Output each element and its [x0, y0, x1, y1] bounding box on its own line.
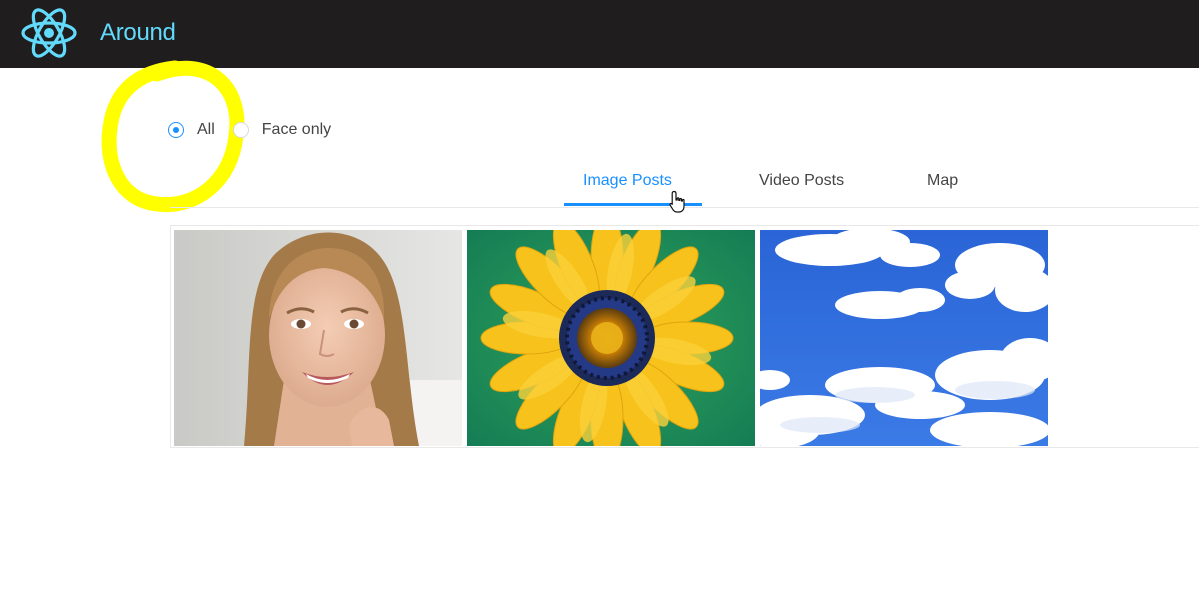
gallery-image-sunflower[interactable]: [467, 230, 755, 446]
radio-label-all: All: [197, 121, 215, 138]
tab-image-posts[interactable]: Image Posts: [583, 172, 672, 190]
gallery-image-sky[interactable]: [760, 230, 1048, 446]
image-gallery: [170, 225, 1199, 448]
hand-cursor-icon: [669, 190, 685, 213]
radio-option-face-only[interactable]: Face only: [232, 121, 332, 139]
tab-map[interactable]: Map: [927, 172, 958, 190]
tab-video-posts[interactable]: Video Posts: [759, 172, 844, 190]
radio-option-all[interactable]: All: [168, 121, 233, 139]
app-title[interactable]: Around: [100, 19, 176, 47]
filter-radio-group: All Face only: [168, 119, 331, 141]
radio-button-face-only[interactable]: [232, 122, 249, 138]
radio-label-face-only: Face only: [261, 121, 332, 138]
react-atom-icon[interactable]: [20, 2, 78, 64]
radio-button-all[interactable]: [168, 122, 184, 138]
gallery-image-woman[interactable]: [174, 230, 462, 446]
